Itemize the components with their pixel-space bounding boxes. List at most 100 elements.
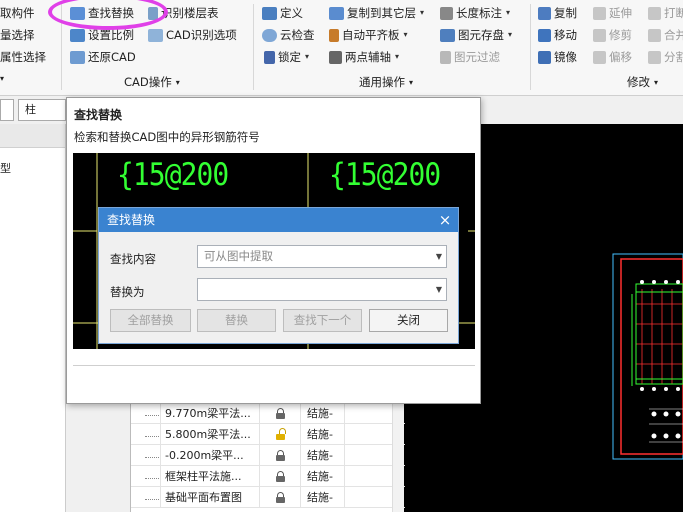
chevron-down-icon[interactable]: ▼: [436, 246, 442, 267]
layer-type: 结施-: [301, 402, 345, 424]
extend-icon: [593, 6, 606, 20]
layer-type: 结施-: [301, 465, 345, 487]
offset-icon: [593, 50, 606, 64]
filter-icon: [440, 50, 451, 64]
group-label-general-ops[interactable]: 通用操作 ▾: [359, 74, 413, 90]
split-button[interactable]: 分割: [648, 47, 683, 67]
ribbon-toolbar: 取构件 量选择 属性选择 ▾ 查找替换 识别楼层表 设置比例 CAD识别选项 还…: [0, 0, 683, 96]
find-replace-dialog: 查找替换 × 查找内容 可从图中提取 ▼ 替换为 ▼ 全部替换 替换 查找下一个…: [98, 207, 459, 344]
property-select-button[interactable]: 属性选择: [0, 47, 46, 67]
extend-button[interactable]: 延伸: [593, 3, 632, 23]
layer-name: 5.800m梁平法...: [145, 426, 259, 442]
break-icon: [648, 6, 661, 20]
tree-item[interactable]: 型: [0, 160, 11, 176]
find-next-button[interactable]: 查找下一个: [283, 309, 362, 332]
batch-select-button[interactable]: 量选择: [0, 25, 35, 45]
cloud-check-button[interactable]: 云检查: [262, 25, 315, 45]
cad-layer-list: 9.770m梁平法... 结施- 5.800m梁平法... 结施- -0.200…: [130, 400, 405, 512]
copy-to-other-floor-button[interactable]: 复制到其它层 ▾: [329, 3, 424, 23]
lock-button[interactable]: 锁定 ▾: [264, 47, 309, 67]
lock-icon: [275, 407, 285, 419]
offset-button[interactable]: 偏移: [593, 47, 632, 67]
replace-input[interactable]: ▼: [197, 278, 447, 301]
layer-type: 结施-: [301, 444, 345, 466]
layer-name: 框架柱平法施...: [145, 468, 259, 484]
auto-align-slab-button[interactable]: 自动平齐板 ▾: [329, 25, 408, 45]
lock-toggle[interactable]: [259, 402, 301, 424]
cad-options-icon: [148, 28, 163, 42]
copy-floor-icon: [329, 6, 344, 20]
layer-name: 基础平面布置图: [145, 489, 259, 505]
chevron-down-icon: ▾: [395, 52, 400, 61]
replace-all-button[interactable]: 全部替换: [110, 309, 191, 332]
table-row[interactable]: 框架柱平法施... 结施-: [131, 465, 405, 487]
panel-description: 检索和替换CAD图中的异形钢筋符号: [74, 130, 260, 144]
mirror-icon: [538, 50, 551, 64]
move-icon: [538, 28, 551, 42]
layer-save-button[interactable]: 图元存盘 ▾: [440, 25, 512, 45]
close-icon[interactable]: ×: [438, 208, 452, 232]
preview-rebar-text: {15@200: [329, 157, 441, 193]
lock-toggle[interactable]: [259, 465, 301, 487]
define-button[interactable]: 定义: [262, 3, 303, 23]
list-scrollbar[interactable]: [392, 400, 404, 512]
layer-name: -0.200m梁平...: [145, 447, 259, 463]
pick-component-button[interactable]: 取构件: [0, 3, 35, 23]
group-label-modify[interactable]: 修改 ▾: [627, 74, 658, 90]
trim-icon: [593, 28, 606, 42]
group-separator: [253, 4, 254, 90]
panel-header: [0, 124, 65, 148]
lock-icon: [275, 449, 285, 461]
lock-icon: [275, 491, 285, 503]
divider: [73, 365, 475, 366]
chevron-down-icon: ▾: [654, 77, 659, 87]
break-button[interactable]: 打断: [648, 3, 683, 23]
chevron-down-icon: ▾: [409, 77, 414, 87]
dialog-title: 查找替换: [107, 213, 156, 227]
replace-label: 替换为: [110, 285, 145, 299]
save-icon: [440, 28, 455, 42]
length-mark-button[interactable]: 长度标注 ▾: [440, 3, 510, 23]
chevron-down-icon: ▾: [506, 8, 511, 17]
component-type-combo[interactable]: 柱: [18, 99, 66, 121]
split-icon: [648, 50, 661, 64]
element-filter-button[interactable]: 图元过滤: [440, 47, 500, 67]
two-point-aux-button[interactable]: 两点辅轴 ▾: [329, 47, 399, 67]
lock-toggle[interactable]: [259, 444, 301, 466]
table-row[interactable]: 9.770m梁平法... 结施-: [131, 402, 405, 424]
find-input[interactable]: 可从图中提取 ▼: [197, 245, 447, 268]
find-label: 查找内容: [110, 252, 156, 266]
length-mark-icon: [440, 6, 453, 20]
unlock-icon: [275, 427, 286, 440]
close-button[interactable]: 关闭: [369, 309, 448, 332]
copy-icon: [538, 6, 551, 20]
merge-icon: [648, 28, 661, 42]
replace-button[interactable]: 替换: [197, 309, 276, 332]
lock-toggle[interactable]: [259, 423, 301, 445]
dialog-title-bar[interactable]: 查找替换 ×: [99, 208, 458, 232]
table-row[interactable]: 5.800m梁平法... 结施-: [131, 423, 405, 445]
move-button[interactable]: 移动: [538, 25, 577, 45]
mirror-button[interactable]: 镜像: [538, 47, 577, 67]
chevron-down-icon: ▾: [508, 30, 513, 39]
copy-button[interactable]: 复制: [538, 3, 577, 23]
layer-type: 结施-: [301, 486, 345, 508]
chevron-down-icon: ▾: [403, 30, 408, 39]
scale-icon: [70, 28, 85, 42]
floor-combo[interactable]: [0, 99, 14, 121]
table-row[interactable]: -0.200m梁平... 结施-: [131, 444, 405, 466]
group-label-select: ▾: [0, 74, 5, 83]
lock-toggle[interactable]: [259, 486, 301, 508]
restore-cad-button[interactable]: 还原CAD: [70, 47, 136, 67]
group-label-cad-ops[interactable]: CAD操作 ▾: [124, 74, 180, 90]
align-slab-icon: [329, 28, 339, 42]
chevron-down-icon[interactable]: ▼: [436, 279, 442, 300]
chevron-down-icon: ▾: [175, 77, 180, 87]
aux-axis-icon: [329, 50, 342, 64]
merge-button[interactable]: 合并: [648, 25, 683, 45]
cad-identify-options-button[interactable]: CAD识别选项: [148, 25, 237, 45]
component-tree-panel: 型: [0, 124, 66, 512]
chevron-down-icon: ▾: [420, 8, 425, 17]
trim-button[interactable]: 修剪: [593, 25, 632, 45]
table-row[interactable]: 基础平面布置图 结施-: [131, 486, 405, 508]
